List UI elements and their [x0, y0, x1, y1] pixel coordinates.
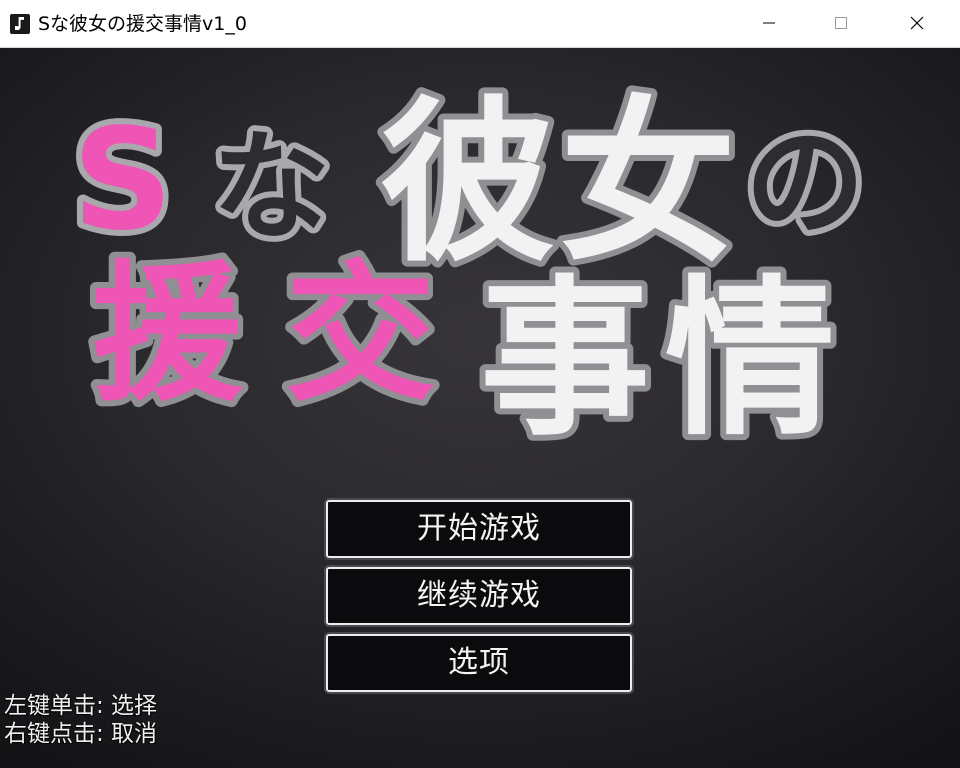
logo-char: 女 [560, 81, 736, 286]
game-window: Sな彼女の援交事情v1_0 S な 彼 女 の 援 交 事 情 开始游戏 继续游… [0, 0, 960, 768]
logo-char: な [212, 118, 330, 256]
left-click-hint: 左键单击: 选择 [4, 693, 158, 719]
close-button[interactable] [888, 0, 946, 47]
title-logo: S な 彼 女 の 援 交 事 情 [66, 75, 871, 465]
minimize-button[interactable] [740, 0, 798, 47]
close-icon [910, 16, 924, 30]
logo-char: 事 [480, 261, 650, 459]
logo-char: 援 [92, 248, 243, 422]
game-viewport: S な 彼 女 の 援 交 事 情 开始游戏 继续游戏 选项 左键单击: 选择 … [0, 48, 960, 768]
logo-char: S [72, 99, 173, 262]
right-click-hint: 右键点击: 取消 [4, 721, 158, 747]
start-game-button[interactable]: 开始游戏 [324, 498, 634, 560]
music-note-icon [10, 14, 30, 34]
continue-game-button[interactable]: 继续游戏 [324, 565, 634, 627]
title-bar[interactable]: Sな彼女の援交事情v1_0 [0, 0, 960, 48]
logo-char: の [745, 114, 865, 253]
options-button[interactable]: 选项 [324, 632, 634, 694]
maximize-icon [835, 17, 847, 29]
maximize-button[interactable] [812, 0, 870, 47]
minimize-icon [763, 22, 775, 24]
logo-char: 交 [285, 248, 435, 422]
window-title: Sな彼女の援交事情v1_0 [38, 13, 247, 35]
logo-char: 情 [665, 261, 835, 459]
